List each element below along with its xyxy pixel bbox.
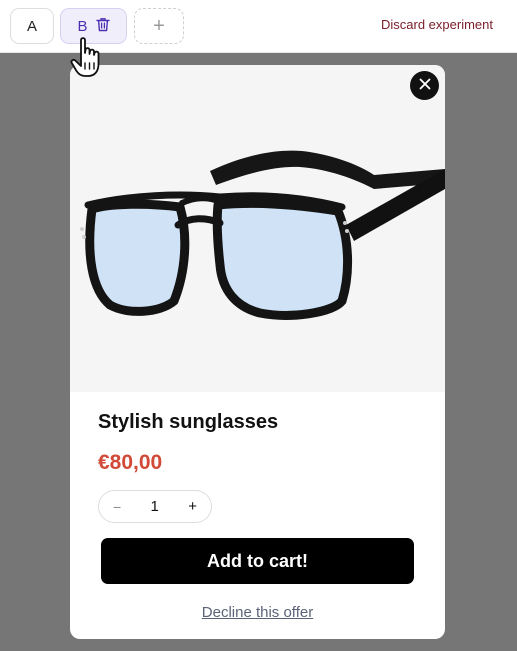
close-modal-button[interactable]: [410, 71, 439, 100]
quantity-value[interactable]: 1: [151, 498, 159, 515]
hand-cursor-icon: [70, 36, 110, 80]
minus-icon[interactable]: −: [113, 499, 121, 515]
discard-experiment-link[interactable]: Discard experiment: [381, 17, 493, 32]
product-title: Stylish sunglasses: [98, 411, 279, 433]
close-icon: [419, 77, 431, 95]
add-variant-button[interactable]: +: [134, 8, 184, 44]
quantity-stepper: − 1 +: [98, 490, 212, 523]
plus-icon: +: [153, 14, 165, 37]
add-to-cart-button[interactable]: Add to cart!: [101, 538, 414, 584]
variant-b-label: B: [77, 17, 88, 35]
decline-offer-link[interactable]: Decline this offer: [70, 604, 445, 621]
trash-icon[interactable]: [95, 17, 110, 36]
variant-a-tab[interactable]: A: [10, 8, 54, 44]
product-price: €80,00: [98, 451, 163, 474]
upsell-modal: Stylish sunglasses €80,00 − 1 + Add to c…: [70, 65, 445, 639]
variant-a-label: A: [26, 17, 37, 35]
plus-icon[interactable]: +: [188, 498, 197, 515]
product-image: [70, 65, 445, 392]
